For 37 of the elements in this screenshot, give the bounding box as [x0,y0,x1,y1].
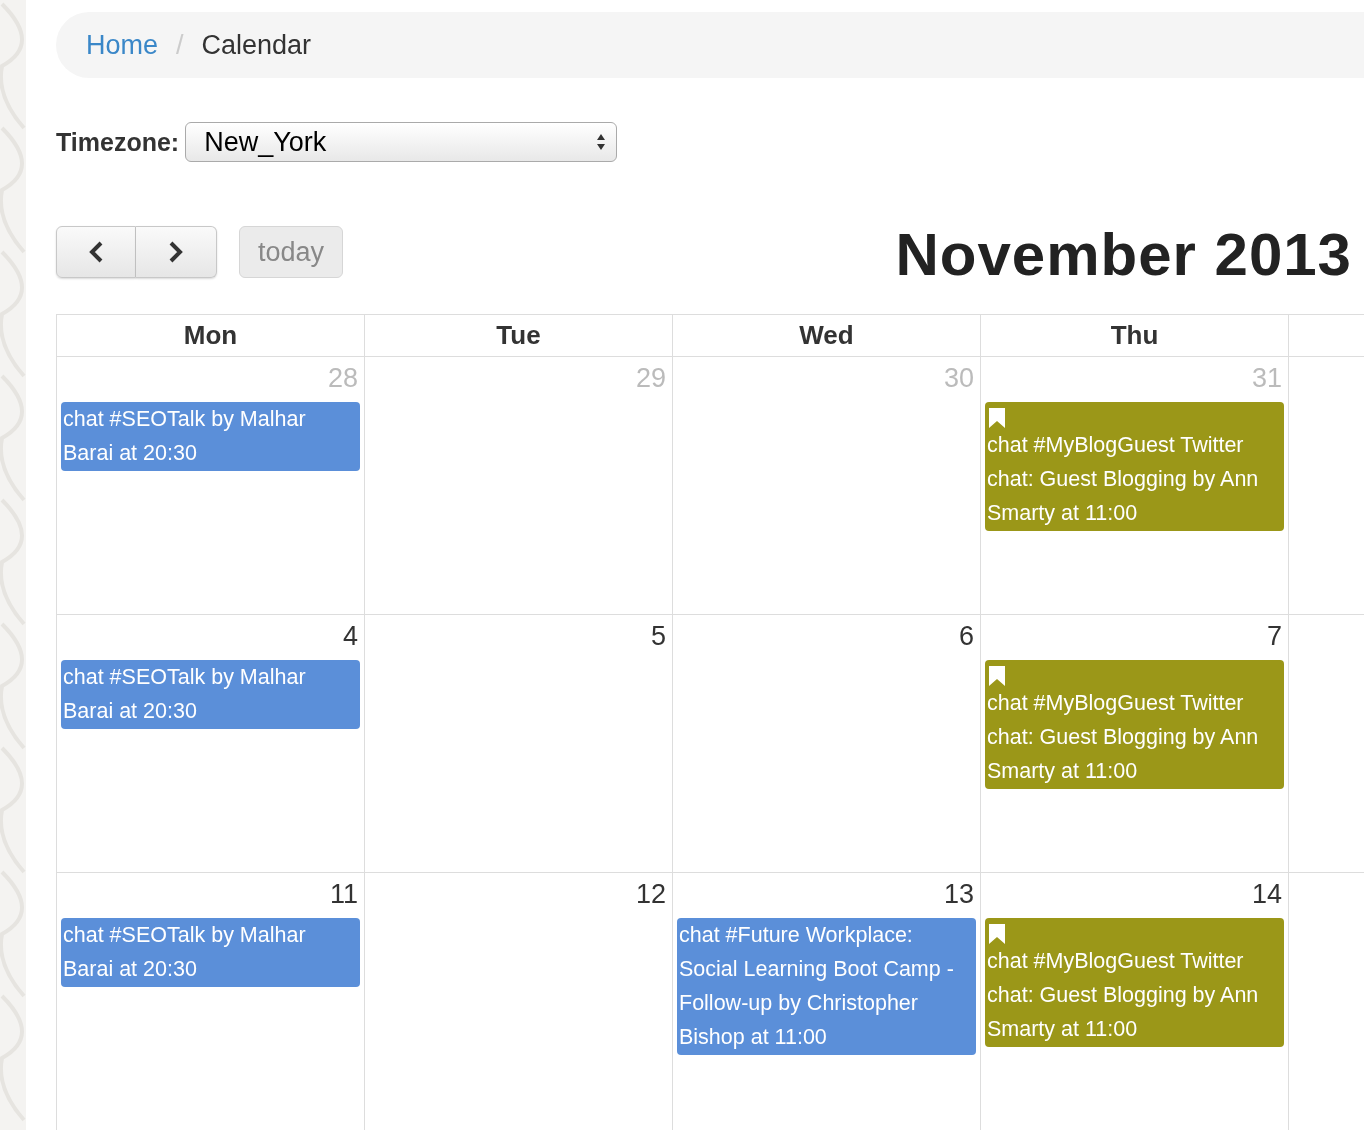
weekday-header: Mon [57,315,365,357]
chevron-left-icon [89,241,103,263]
event-block[interactable]: chat #SEOTalk by Malhar Barai at 20:30 [61,402,360,471]
event-block[interactable]: chat #SEOTalk by Malhar Barai at 20:30 [61,918,360,987]
breadcrumb-separator: / [176,29,184,61]
weekday-header: Thu [981,315,1289,357]
day-number: 31 [1251,362,1283,395]
timezone-label: Timezone: [56,127,180,157]
day-number: 13 [943,878,975,911]
calendar-title: November 2013 [895,219,1352,289]
day-number: 14 [1251,878,1283,911]
breadcrumb-link[interactable]: Home [86,29,159,61]
day-number: 7 [1266,620,1283,653]
day-number: 29 [635,362,667,395]
weekday-header: Wed [673,315,981,357]
day-number: 5 [650,620,667,653]
weekday-header: Tue [365,315,673,357]
updown-arrows-icon [596,133,607,151]
breadcrumb-current: Calendar [201,29,312,61]
day-number: 4 [342,620,359,653]
day-number: 6 [958,620,975,653]
day-number: 11 [329,878,359,911]
next-button[interactable] [136,226,217,278]
event-block[interactable]: chat #MyBlogGuest Twitter chat: Guest Blogging by Ann Smarty at 11:00 [985,918,1284,1047]
timezone-select[interactable]: New_York [185,122,618,162]
chevron-right-icon [169,241,183,263]
day-number: 28 [327,362,359,395]
day-number: 30 [943,362,975,395]
event-block[interactable]: chat #MyBlogGuest Twitter chat: Guest Blogging by Ann Smarty at 11:00 [985,660,1284,789]
event-block[interactable]: chat #Future Workplace: Social Learning Boot Camp - Follow-up by Christopher Bishop at 11:00 [677,918,976,1055]
previous-button[interactable] [56,226,136,278]
event-block[interactable]: chat #SEOTalk by Malhar Barai at 20:30 [61,660,360,729]
event-title: chat #MyBlogGuest Twitter chat: Guest Blogging by Ann Smarty at 11:00 [987,690,1260,785]
day-number: 12 [635,878,667,911]
event-block[interactable]: chat #MyBlogGuest Twitter chat: Guest Blogging by Ann Smarty at 11:00 [985,402,1284,531]
event-title: chat #MyBlogGuest Twitter chat: Guest Blogging by Ann Smarty at 11:00 [987,948,1260,1043]
event-title: chat #MyBlogGuest Twitter chat: Guest Blogging by Ann Smarty at 11:00 [987,432,1260,527]
